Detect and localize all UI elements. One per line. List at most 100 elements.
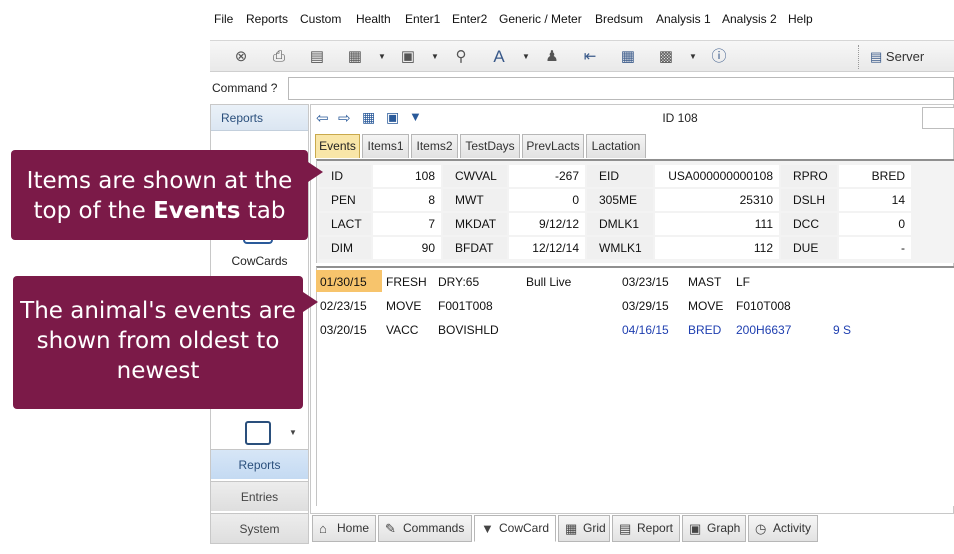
bottom-tab-label: CowCard xyxy=(499,521,550,535)
commands-icon: ✎ xyxy=(385,521,396,536)
bottom-tab-label: Graph xyxy=(707,521,741,535)
event-extra: Bull Live xyxy=(526,275,572,289)
event-date[interactable]: 03/29/15 xyxy=(622,299,669,313)
tab-items1[interactable]: Items1 xyxy=(362,134,409,158)
item-label: PEN xyxy=(319,189,371,211)
item-value: 112 xyxy=(655,237,779,259)
home-icon: ⌂ xyxy=(319,521,327,536)
event-date[interactable]: 03/23/15 xyxy=(622,275,669,289)
grid-icon[interactable]: ▦ xyxy=(362,109,375,126)
menu-custom[interactable]: Custom xyxy=(300,12,341,26)
menu-analysis-2[interactable]: Analysis 2 xyxy=(722,12,777,26)
item-label: EID xyxy=(587,165,653,187)
bottom-tab-label: Commands xyxy=(403,521,465,535)
item-value: 111 xyxy=(655,213,779,235)
bottom-tab-graph[interactable]: ▣ Graph xyxy=(682,515,746,542)
nav-reports[interactable]: Reports xyxy=(211,449,308,479)
calendar-add-icon[interactable] xyxy=(245,421,271,445)
calendar-icon[interactable]: ▦ xyxy=(617,46,639,68)
item-value: 14 xyxy=(839,189,911,211)
event-remark: 200H6637 xyxy=(736,323,792,337)
print-icon[interactable]: ⎙ xyxy=(268,46,290,68)
font-icon[interactable]: A xyxy=(488,46,510,68)
nav-system[interactable]: System xyxy=(211,513,308,543)
menu-bredsum[interactable]: Bredsum xyxy=(595,12,643,26)
search-icon[interactable]: ⚲ xyxy=(450,46,472,68)
event-remark: BOVISHLD xyxy=(438,323,499,337)
toolbar: ⊗ ⎙ ▤ ▦ ▼ ▣ ▼ ⚲ A ▼ ♟ ⇤ ▦ ▩ ▼ ⓘ ▤ Server xyxy=(210,40,954,72)
save-icon[interactable]: ▣ xyxy=(397,46,419,68)
menu-analysis-1[interactable]: Analysis 1 xyxy=(656,12,711,26)
chevron-down-icon[interactable]: ▼ xyxy=(522,46,532,68)
previous-arrow-icon[interactable]: ⇦ xyxy=(316,109,329,127)
menu-enter1[interactable]: Enter1 xyxy=(405,12,440,26)
next-arrow-icon[interactable]: ⇨ xyxy=(338,109,351,127)
notebook-icon[interactable]: ▦ xyxy=(344,46,366,68)
cowcards-label[interactable]: CowCards xyxy=(211,254,308,268)
item-value: -267 xyxy=(509,165,585,187)
menu-enter2[interactable]: Enter2 xyxy=(452,12,487,26)
chevron-down-icon[interactable]: ▼ xyxy=(689,46,699,68)
item-value: 9/12/12 xyxy=(509,213,585,235)
animal-id-label: ID 108 xyxy=(662,111,698,125)
event-name: VACC xyxy=(386,323,419,337)
chevron-down-icon[interactable]: ▼ xyxy=(431,46,441,68)
menu-reports[interactable]: Reports xyxy=(246,12,288,26)
event-remark: LF xyxy=(736,275,751,289)
bottom-tab-label: Report xyxy=(637,521,674,535)
item-value: 90 xyxy=(373,237,441,259)
server-label: Server xyxy=(885,49,925,64)
callout-bold-text: Events xyxy=(153,198,241,224)
cow-icon[interactable]: ▼ xyxy=(409,109,422,124)
item-label: ID xyxy=(319,165,371,187)
item-value: BRED xyxy=(839,165,911,187)
menu-help[interactable]: Help xyxy=(788,12,813,26)
item-label: WMLK1 xyxy=(587,237,653,259)
menu-health[interactable]: Health xyxy=(356,12,391,26)
bottom-tab-commands[interactable]: ✎ Commands xyxy=(378,515,472,542)
bottom-tab-report[interactable]: ▤ Report xyxy=(612,515,680,542)
id-search-input[interactable] xyxy=(922,107,954,129)
bottom-tab-home[interactable]: ⌂ Home xyxy=(312,515,376,542)
bottom-tab-grid[interactable]: ▦ Grid xyxy=(558,515,610,542)
grid-icon: ▦ xyxy=(565,521,578,536)
tab-items2[interactable]: Items2 xyxy=(411,134,458,158)
gauge-icon: ◷ xyxy=(755,521,767,536)
nav-entries[interactable]: Entries xyxy=(211,481,308,511)
tab-events[interactable]: Events xyxy=(315,134,360,158)
event-date[interactable]: 02/23/15 xyxy=(320,299,367,313)
event-remark: F010T008 xyxy=(736,299,791,313)
help-icon[interactable]: ⓘ xyxy=(708,46,730,68)
server-button[interactable]: ▤ Server xyxy=(870,49,924,65)
chart-icon[interactable]: ▣ xyxy=(386,109,399,126)
card-icon[interactable]: ▩ xyxy=(655,46,677,68)
event-date[interactable]: 03/20/15 xyxy=(320,323,367,337)
bottom-tab-label: Grid xyxy=(583,521,606,535)
event-date[interactable]: 04/16/15 xyxy=(622,323,669,337)
tab-testdays[interactable]: TestDays xyxy=(460,134,520,158)
back-circle-icon[interactable]: ⊗ xyxy=(230,46,252,68)
item-value: 8 xyxy=(373,189,441,211)
item-value: 12/12/14 xyxy=(509,237,585,259)
item-value: 108 xyxy=(373,165,441,187)
chevron-down-icon[interactable]: ▼ xyxy=(289,428,297,437)
print-preview-icon[interactable]: ▤ xyxy=(306,46,328,68)
event-date[interactable]: 01/30/15 xyxy=(320,275,367,289)
bottom-tab-activity[interactable]: ◷ Activity xyxy=(748,515,818,542)
menu-generic-meter[interactable]: Generic / Meter xyxy=(499,12,582,26)
item-value: 0 xyxy=(839,213,911,235)
item-label: MKDAT xyxy=(443,213,507,235)
item-label: CWVAL xyxy=(443,165,507,187)
bottom-tab-label: Activity xyxy=(773,521,812,535)
align-left-icon[interactable]: ⇤ xyxy=(579,46,601,68)
tab-lactation[interactable]: Lactation xyxy=(586,134,646,158)
tab-prevlacts[interactable]: PrevLacts xyxy=(522,134,584,158)
item-label: MWT xyxy=(443,189,507,211)
user-icon[interactable]: ♟ xyxy=(541,46,563,68)
command-input[interactable] xyxy=(288,77,954,100)
chevron-down-icon[interactable]: ▼ xyxy=(378,46,388,68)
item-label: RPRO xyxy=(781,165,837,187)
menu-file[interactable]: File xyxy=(214,12,233,26)
cow-icon: ▼ xyxy=(481,521,494,536)
bottom-tab-cowcard[interactable]: ▼ CowCard xyxy=(474,515,556,542)
